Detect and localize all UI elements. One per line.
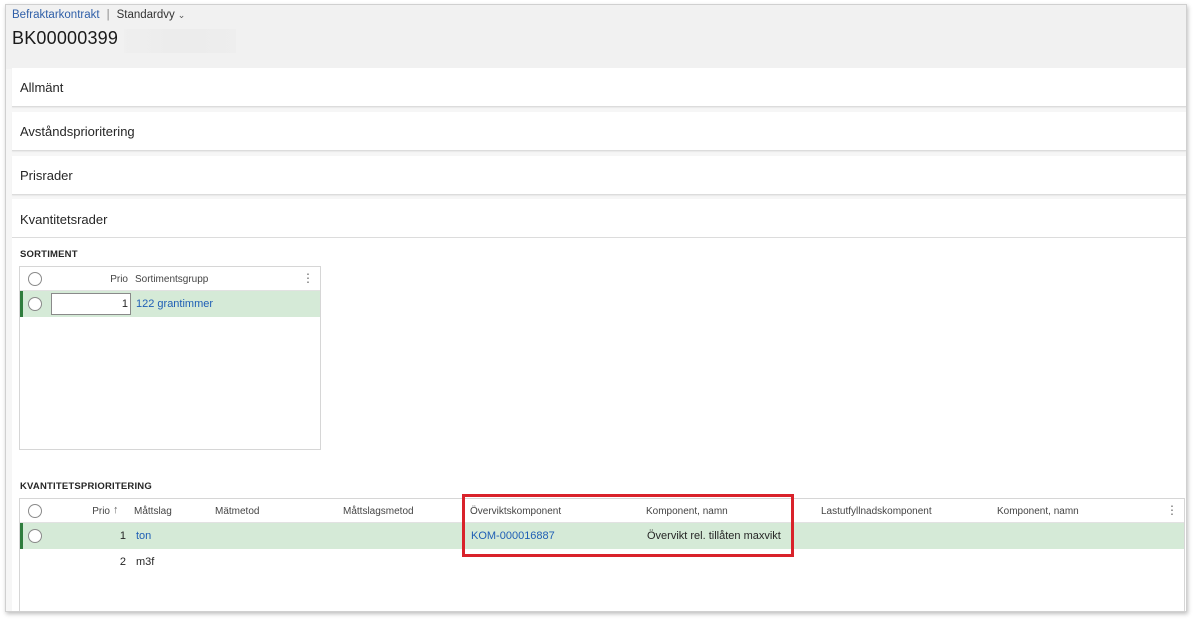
divider bbox=[12, 237, 1186, 238]
column-header-unit-type-method[interactable]: Måttslagsmetod bbox=[343, 506, 414, 517]
column-header-prio[interactable]: Prio bbox=[80, 506, 110, 517]
cell-assortment-group-link[interactable]: 122 grantimmer bbox=[136, 298, 213, 310]
assortment-grid: Prio Sortimentsgrupp ⋮ 1 122 grantimmer bbox=[19, 266, 321, 450]
assortment-group-label: SORTIMENT bbox=[20, 249, 78, 260]
select-all-radio-icon[interactable] bbox=[28, 272, 42, 286]
breadcrumb-module-link[interactable]: Befraktarkontrakt bbox=[12, 9, 100, 21]
page-title: BK00000399 bbox=[12, 28, 119, 48]
selection-marker bbox=[20, 291, 23, 317]
column-header-prio[interactable]: Prio bbox=[90, 274, 128, 285]
table-row[interactable]: 1 122 grantimmer bbox=[20, 291, 320, 317]
page-header: Befraktarkontrakt | Standardvy ⌄ BK00000… bbox=[6, 5, 1186, 69]
cell-prio: 1 bbox=[119, 530, 126, 542]
redacted-area bbox=[124, 29, 236, 53]
assortment-grid-header: Prio Sortimentsgrupp ⋮ bbox=[20, 267, 320, 291]
fasttab-general-title: Allmänt bbox=[20, 80, 64, 95]
column-header-measure-method[interactable]: Mätmetod bbox=[215, 506, 259, 517]
column-header-load-fill-component[interactable]: Lastutfyllnadskomponent bbox=[821, 506, 932, 517]
fasttab-price-lines-title: Prisrader bbox=[20, 168, 73, 183]
cell-unit-type-link[interactable]: ton bbox=[136, 530, 151, 542]
select-all-radio-icon[interactable] bbox=[28, 504, 42, 518]
highlight-annotation-box bbox=[462, 494, 794, 557]
view-selector[interactable]: Standardvy ⌄ bbox=[117, 9, 186, 21]
view-selector-label: Standardvy bbox=[116, 9, 175, 21]
cell-prio: 1 bbox=[121, 298, 128, 310]
selection-marker bbox=[20, 523, 23, 549]
fasttab-general[interactable]: Allmänt bbox=[12, 68, 1186, 107]
column-header-assortment-group[interactable]: Sortimentsgrupp bbox=[135, 274, 208, 285]
sort-ascending-icon[interactable]: ↑ bbox=[113, 504, 119, 516]
row-select-radio-icon[interactable] bbox=[28, 297, 42, 311]
fasttab-quantity-lines-title[interactable]: Kvantitetsrader bbox=[20, 212, 107, 227]
column-header-component-name-2[interactable]: Komponent, namn bbox=[997, 506, 1079, 517]
cell-unit-type: m3f bbox=[136, 556, 155, 568]
more-vertical-icon[interactable]: ⋮ bbox=[302, 271, 314, 285]
column-header-unit-type[interactable]: Måttslag bbox=[134, 506, 172, 517]
fasttab-distance-priority-title: Avståndsprioritering bbox=[20, 124, 135, 139]
breadcrumb: Befraktarkontrakt | Standardvy ⌄ bbox=[12, 9, 185, 21]
app-frame: Befraktarkontrakt | Standardvy ⌄ BK00000… bbox=[5, 4, 1187, 612]
quantity-priority-group-label: KVANTITETSPRIORITERING bbox=[20, 481, 152, 492]
more-vertical-icon[interactable]: ⋮ bbox=[1166, 503, 1178, 517]
chevron-down-icon: ⌄ bbox=[177, 9, 186, 20]
cell-prio: 2 bbox=[119, 556, 126, 568]
fasttab-distance-priority[interactable]: Avståndsprioritering bbox=[12, 112, 1186, 151]
row-select-radio-icon[interactable] bbox=[28, 529, 42, 543]
fasttab-price-lines[interactable]: Prisrader bbox=[12, 156, 1186, 195]
breadcrumb-separator: | bbox=[106, 9, 110, 21]
